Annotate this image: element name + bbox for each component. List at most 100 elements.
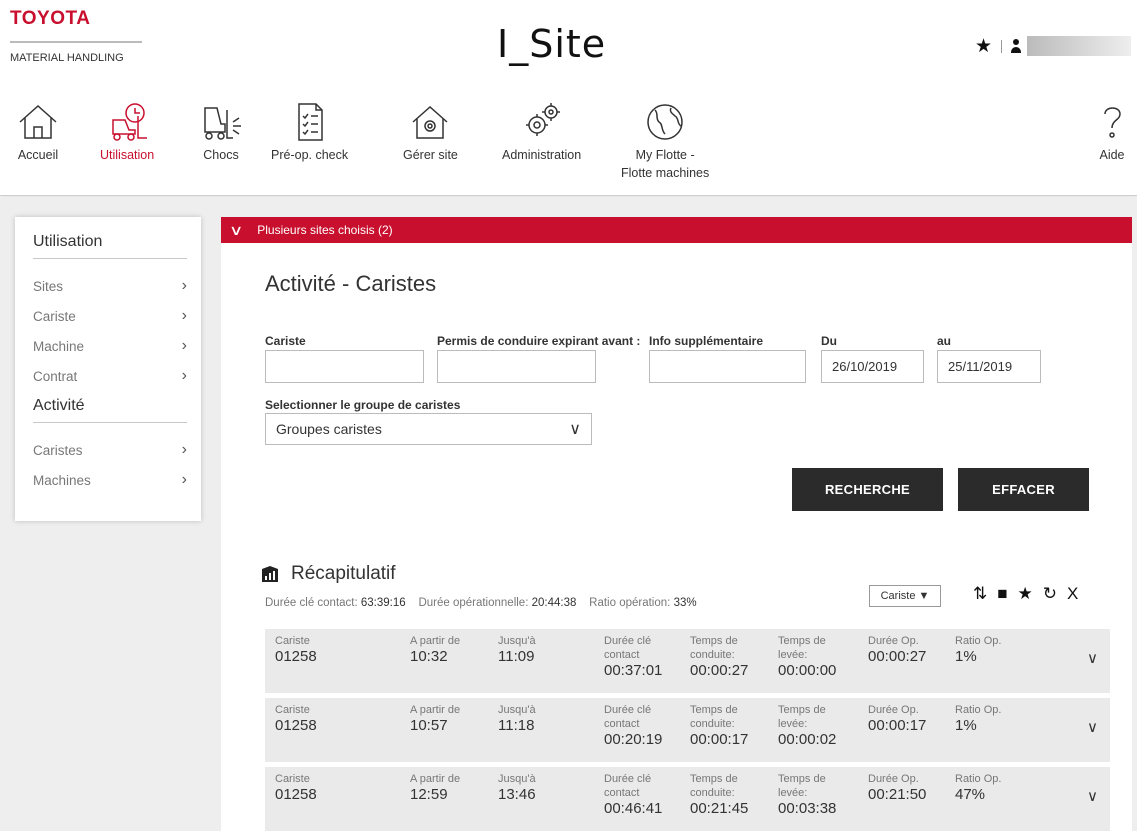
cell-value: 11:09 <box>498 648 535 665</box>
sort-by-value: Cariste <box>880 590 916 602</box>
user-icon[interactable] <box>1009 38 1023 54</box>
sidebar-item-label: Caristes <box>33 442 83 458</box>
cell-label: A partir de <box>410 773 461 785</box>
caret-down-icon: ▼ <box>918 590 930 602</box>
recap-stats: Durée clé contact: 63:39:16 Durée opérat… <box>265 597 697 609</box>
sidebar: Utilisation Sites › Cariste › Machine › Con… <box>15 217 201 521</box>
row-cell-drive: Temps de conduite: 00:21:45 <box>690 772 748 818</box>
sidebar-item-contrat[interactable]: Contrat › <box>33 361 187 391</box>
permis-input[interactable] <box>437 350 596 383</box>
gears-icon <box>525 103 560 136</box>
sidebar-item-label: Contrat <box>33 368 78 384</box>
table-row[interactable]: Cariste 01258 A partir de 10:32 Jusqu'à 11:09… <box>265 629 1110 693</box>
cell-label: levée: <box>778 649 808 661</box>
expand-chevron-icon[interactable]: ∨ <box>1087 787 1098 805</box>
search-button[interactable]: RECHERCHE <box>792 468 943 511</box>
cell-label: Cariste <box>275 704 310 716</box>
cell-label: Temps de <box>690 635 738 647</box>
brand-name: TOYOTA <box>10 8 91 29</box>
nav-administration[interactable]: Administration <box>502 100 581 164</box>
favorite-star-icon[interactable]: ★ <box>1018 585 1033 602</box>
sidebar-item-label: Sites <box>33 278 64 294</box>
cell-label: Temps de <box>778 773 826 785</box>
info-label: Info supplémentaire <box>649 334 764 348</box>
sites-selector-bar[interactable]: ∨ Plusieurs sites choisis (2) <box>221 217 1132 243</box>
date-from-input[interactable] <box>821 350 924 383</box>
clear-button[interactable]: EFFACER <box>958 468 1089 511</box>
house-gear-icon <box>412 105 448 139</box>
cell-label: Temps de <box>690 773 738 785</box>
cell-label: Durée clé <box>604 773 652 785</box>
nav-gerer-site[interactable]: Gérer site <box>403 100 458 164</box>
cell-value: 1% <box>955 648 977 665</box>
row-cell-ratio: Ratio Op. 1% <box>955 634 1001 666</box>
forklift-impact-icon <box>204 107 241 140</box>
sidebar-item-machine[interactable]: Machine › <box>33 331 187 361</box>
cell-value: 11:18 <box>498 717 535 734</box>
chevron-right-icon: › <box>181 307 187 324</box>
chevron-down-icon: ∨ <box>569 421 581 438</box>
sidebar-item-caristes[interactable]: Caristes › <box>33 435 187 465</box>
cell-value: 13:46 <box>498 786 536 803</box>
row-cell-from: A partir de 10:32 <box>410 634 460 666</box>
chevron-right-icon: › <box>181 441 187 458</box>
cell-value: 47% <box>955 786 986 803</box>
sort-icon[interactable]: ⇅ <box>973 585 987 602</box>
row-cell-to: Jusqu'à 11:09 <box>498 634 536 666</box>
refresh-icon[interactable]: ↻ <box>1043 585 1057 602</box>
sort-by-dropdown[interactable]: Cariste ▼ <box>869 585 941 607</box>
info-input[interactable] <box>649 350 806 383</box>
nav-aide[interactable]: Aide <box>1090 100 1134 164</box>
brand-subtitle: MATERIAL HANDLING <box>10 52 124 64</box>
cell-label: Temps de <box>778 704 826 716</box>
row-cell-drive: Temps de conduite: 00:00:27 <box>690 634 748 680</box>
expand-chevron-icon[interactable]: ∨ <box>1087 718 1098 736</box>
nav-chocs[interactable]: Chocs <box>199 100 243 164</box>
cell-label: levée: <box>778 787 808 799</box>
sidebar-item-sites[interactable]: Sites › <box>33 271 187 301</box>
sidebar-item-cariste[interactable]: Cariste › <box>33 301 187 331</box>
export-excel-icon[interactable]: X <box>1067 585 1078 602</box>
row-cell-lift: Temps de levée: 00:00:02 <box>778 703 836 749</box>
user-name-redacted[interactable] <box>1027 36 1132 56</box>
sidebar-item-machines[interactable]: Machines › <box>33 465 187 495</box>
chevron-right-icon: › <box>181 367 187 384</box>
cell-label: contact <box>604 718 640 730</box>
date-to-input[interactable] <box>937 350 1041 383</box>
cell-value: 00:37:01 <box>604 662 663 679</box>
table-row[interactable]: Cariste 01258 A partir de 10:57 Jusqu'à 11:18… <box>265 698 1110 762</box>
sidebar-group-activite: Activité <box>33 397 187 423</box>
nav-my-flotte[interactable]: My Flotte - Flotte machines <box>621 100 709 182</box>
expand-chevron-icon[interactable]: ∨ <box>1087 649 1098 667</box>
chevron-right-icon: › <box>181 471 187 488</box>
cell-label: Temps de <box>690 704 738 716</box>
nav-label: Aide <box>1099 148 1125 162</box>
sidebar-item-label: Cariste <box>33 308 76 324</box>
cell-label: levée: <box>778 718 808 730</box>
toyota-logo[interactable]: TOYOTA MATERIAL HANDLING <box>10 8 142 64</box>
nav-utilisation[interactable]: Utilisation <box>100 100 154 164</box>
row-cell-contact: Durée clé contact 00:37:01 <box>604 634 662 680</box>
cariste-input[interactable] <box>265 350 424 383</box>
chart-report-icon <box>262 566 278 582</box>
cell-value: 00:21:50 <box>868 786 927 803</box>
cell-label: A partir de <box>410 635 461 647</box>
cell-value: 00:00:27 <box>690 662 749 679</box>
add-box-icon[interactable]: ■ <box>997 585 1007 602</box>
row-cell-contact: Durée clé contact 00:46:41 <box>604 772 662 818</box>
cariste-group-select[interactable]: Groupes caristes ∨ <box>265 413 592 445</box>
cell-value: 01258 <box>275 786 317 803</box>
nav-accueil[interactable]: Accueil <box>16 100 60 164</box>
cariste-label: Cariste <box>265 334 306 348</box>
nav-label: Administration <box>502 148 582 162</box>
recap-title-text: Récapitulatif <box>291 563 396 584</box>
table-row[interactable]: Cariste 01258 A partir de 12:59 Jusqu'à 13:46… <box>265 767 1110 831</box>
sidebar-item-label: Machine <box>33 338 85 354</box>
nav-pre-op-check[interactable]: Pré-op. check <box>271 100 348 164</box>
group-label: Selectionner le groupe de caristes <box>265 398 461 412</box>
permis-label: Permis de conduire expirant avant : <box>437 334 641 348</box>
cell-label: Ratio Op. <box>955 773 1002 785</box>
nav-label: Chocs <box>203 148 239 162</box>
operational-duration-value: 20:44:38 <box>531 597 577 609</box>
favorites-star-icon[interactable]: ★ <box>975 37 992 56</box>
